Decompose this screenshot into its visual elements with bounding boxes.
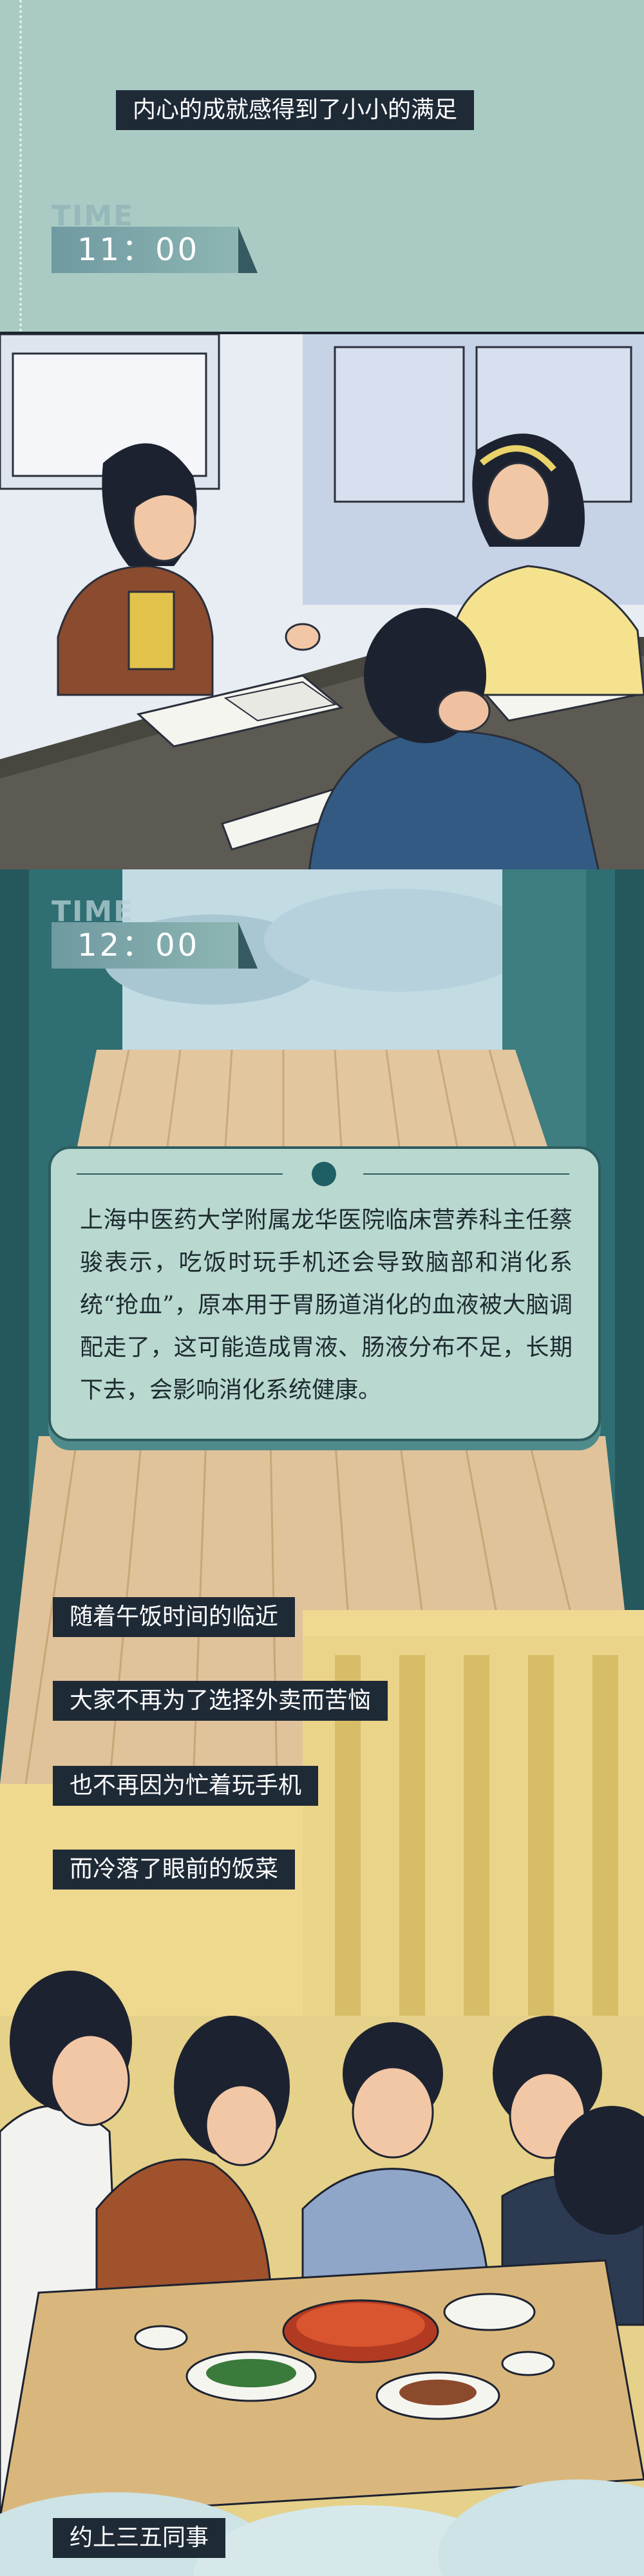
time-value: 12：00 (77, 927, 200, 963)
time-bar-tip (238, 922, 258, 969)
time-value: 11：00 (77, 232, 200, 268)
time-tag-1100: TIME 11：00 (52, 200, 270, 274)
office-scene-image (0, 334, 644, 872)
divider-right (363, 1173, 569, 1175)
divider-left (77, 1173, 283, 1175)
decorative-dot-icon (312, 1162, 336, 1186)
caption-food-ignored: 而冷落了眼前的饭菜 (53, 1850, 296, 1889)
canteen-scene-image (0, 869, 644, 2576)
caption-satisfaction: 内心的成就感得到了小小的满足 (116, 90, 475, 130)
intro-section: 内心的成就感得到了小小的满足 TIME 11：00 (0, 0, 644, 332)
office-illustration (0, 332, 644, 875)
nutrition-info-text: 上海中医药大学附属龙华医院临床营养科主任蔡骏表示，吃饭时玩手机还会导致脑部和消化… (80, 1207, 573, 1403)
caption-no-takeout-worry: 大家不再为了选择外卖而苦恼 (53, 1681, 388, 1721)
caption-not-busy-phone: 也不再因为忙着玩手机 (53, 1766, 319, 1806)
canteen-section: TIME 12：00 上海中医药大学附属龙华医院临床营养科主任蔡骏表示，吃饭时玩… (0, 869, 644, 2576)
dotted-border (19, 0, 22, 332)
nutrition-info-box: 上海中医药大学附属龙华医院临床营养科主任蔡骏表示，吃饭时玩手机还会导致脑部和消化… (48, 1146, 601, 1441)
caption-lunch-approaching: 随着午饭时间的临近 (53, 1597, 296, 1637)
time-tag-1200: TIME 12：00 (52, 895, 270, 969)
caption-invite-colleagues: 约上三五同事 (53, 2518, 226, 2558)
time-bar-tip (238, 227, 258, 273)
